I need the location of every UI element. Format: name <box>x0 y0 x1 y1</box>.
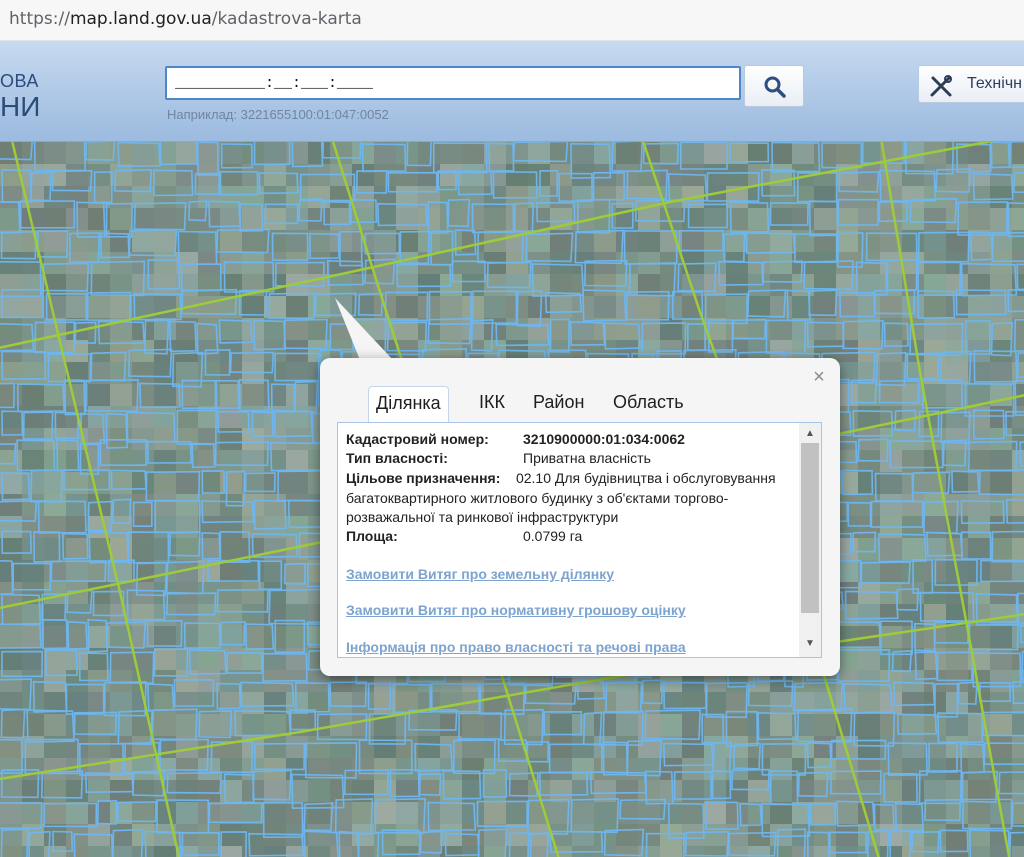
logo-text-top: ОВА <box>0 71 39 91</box>
tab-region[interactable]: Область <box>613 386 684 420</box>
url-scheme: https:// <box>9 9 70 29</box>
ownership-label: Тип власності: <box>346 450 448 466</box>
area-label: Площа: <box>346 528 398 544</box>
parcel-details-panel: Кадастровий номер: 3210900000:01:034:006… <box>337 422 822 658</box>
tab-district[interactable]: Район <box>533 386 584 420</box>
cadastral-value: 3210900000:01:034:0062 <box>523 431 685 447</box>
url-text[interactable]: https://map.land.gov.ua/kadastrova-karta <box>9 9 362 29</box>
scroll-down-arrow-icon[interactable]: ▼ <box>799 635 821 653</box>
purpose-label: Цільове призначення: <box>346 470 501 486</box>
cadastral-search-input[interactable] <box>165 66 741 100</box>
url-path: /kadastrova-karta <box>211 9 362 29</box>
search-button[interactable] <box>744 65 804 107</box>
area-value: 0.0799 га <box>523 528 583 544</box>
magnifier-icon <box>764 76 786 98</box>
purpose-row: Цільове призначення: 02.10 Для будівницт… <box>346 469 796 528</box>
technical-button-label: Технічн <box>967 75 1022 92</box>
technical-button[interactable]: Технічн <box>918 65 1024 103</box>
logo-text-bottom: НИ <box>0 91 41 122</box>
close-icon[interactable]: × <box>810 367 828 387</box>
tab-ikk[interactable]: ІКК <box>479 386 505 420</box>
tab-parcel[interactable]: Ділянка <box>368 386 449 422</box>
search-hint: Наприклад: 3221655100:01:047:0052 <box>167 107 389 122</box>
parcel-details-content: Кадастровий номер: 3210900000:01:034:006… <box>338 423 798 657</box>
url-host: map.land.gov.ua <box>69 9 212 29</box>
parcel-info-popup: × Ділянка ІКК Район Область Кадастровий … <box>320 358 840 676</box>
scroll-thumb[interactable] <box>801 443 819 613</box>
ownership-value: Приватна власність <box>523 450 651 466</box>
ownership-rights-info-link[interactable]: Інформація про право власності та речові… <box>346 639 686 655</box>
browser-address-bar[interactable]: https://map.land.gov.ua/kadastrova-karta <box>0 0 1024 41</box>
scroll-up-arrow-icon[interactable]: ▲ <box>799 425 821 443</box>
order-valuation-extract-link[interactable]: Замовити Витяг про нормативну грошову оц… <box>346 602 686 618</box>
details-scrollbar[interactable]: ▲ ▼ <box>799 423 821 657</box>
tools-icon <box>930 75 952 97</box>
order-parcel-extract-link[interactable]: Замовити Витяг про земельну ділянку <box>346 566 614 582</box>
cadastral-label: Кадастровий номер: <box>346 431 489 447</box>
